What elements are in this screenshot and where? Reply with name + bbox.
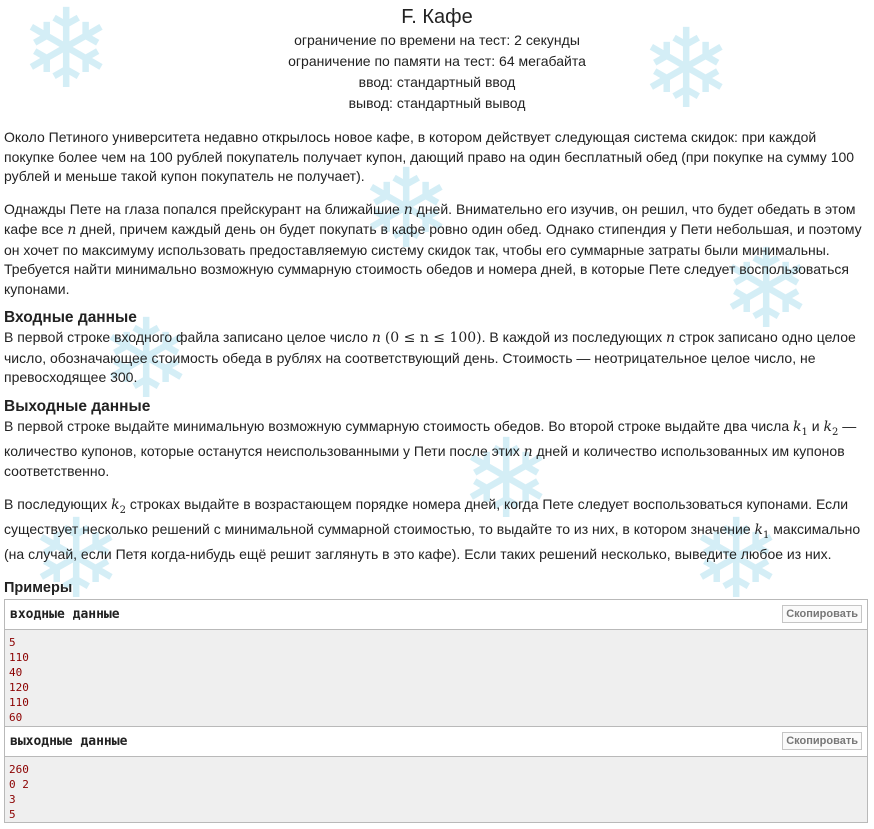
output-section-text: В первой строке выдайте минимальную возм…	[4, 417, 857, 480]
example-output-content: 260 0 235	[5, 756, 867, 822]
memory-limit: ограничение по памяти на тест: 64 мегаба…	[288, 53, 586, 69]
example-output-block: выходные данные Скопировать 260 0 235	[4, 726, 868, 823]
problem-header: F. Кафе ограничение по времени на тест: …	[4, 4, 870, 114]
example-output-header: выходные данные Скопировать	[5, 727, 867, 757]
example-output-label: выходные данные	[10, 733, 128, 749]
example-line: 5	[9, 635, 16, 649]
example-line: 0 2	[9, 777, 29, 791]
example-line: 120	[9, 680, 29, 694]
input-file: ввод: стандартный ввод	[358, 74, 516, 90]
example-input-content: 5 110 40 120 110 60	[5, 629, 867, 726]
example-line: 40	[9, 665, 23, 679]
example-line: 260	[9, 762, 29, 776]
example-line: 3	[9, 792, 16, 806]
example-input-label: входные данные	[10, 606, 120, 622]
examples-title: Примеры	[4, 579, 73, 596]
statement-paragraph: Однажды Пете на глаза попался прейскуран…	[4, 200, 862, 297]
copy-output-button[interactable]: Скопировать	[782, 732, 862, 751]
example-input-header: входные данные Скопировать	[5, 600, 867, 630]
example-line: 110	[9, 695, 29, 709]
example-line: 60	[9, 710, 23, 724]
statement-paragraph: Около Петиного университета недавно откр…	[4, 129, 855, 184]
example-input-block: входные данные Скопировать 5 110 40 120 110 6…	[4, 598, 868, 727]
problem-title: F. Кафе	[401, 6, 473, 28]
example-line: 5	[9, 807, 16, 821]
time-limit: ограничение по времени на тест: 2 секунд…	[294, 32, 580, 48]
example-line: 110	[9, 650, 29, 664]
output-section-text: В последующих k2 строках выдайте в возра…	[4, 495, 861, 563]
copy-input-button[interactable]: Скопировать	[782, 605, 862, 624]
problem-statement: F. Кафе ограничение по времени на тест: …	[0, 4, 874, 823]
output-file: вывод: стандартный вывод	[348, 95, 526, 111]
input-constraint-formula: (0 ≤ n ≤ 100)	[384, 330, 482, 346]
output-section-title: Выходные данные	[4, 397, 151, 415]
input-section-text: В первой строке входного файла записано …	[4, 329, 856, 385]
input-section-title: Входные данные	[4, 309, 137, 326]
